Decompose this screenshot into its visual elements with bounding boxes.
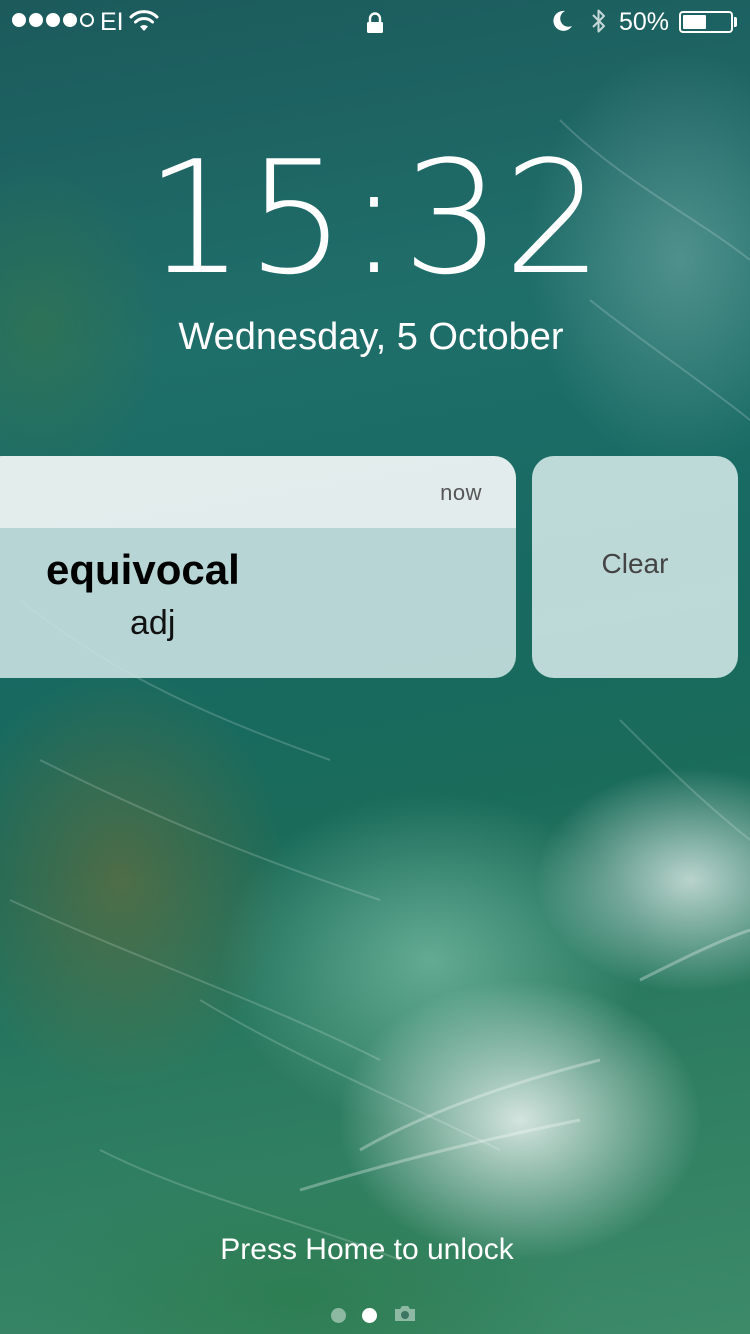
cellular-signal-indicator — [12, 13, 94, 27]
notification-card[interactable]: now equivocal adj — [0, 456, 516, 678]
lock-screen-date: Wednesday, 5 October — [178, 316, 564, 358]
wifi-icon — [128, 9, 160, 40]
signal-dot — [63, 13, 77, 27]
lock-icon — [366, 12, 384, 41]
notification-header: now — [0, 456, 516, 528]
page-dot-active[interactable] — [362, 1308, 377, 1323]
signal-dot — [12, 13, 26, 27]
moon-icon — [551, 9, 573, 40]
battery-level-fill — [683, 15, 706, 29]
notification-message: adj — [130, 604, 176, 642]
notification-title: equivocal — [46, 546, 240, 593]
camera-icon[interactable] — [393, 1303, 417, 1328]
signal-dot — [29, 13, 43, 27]
battery-icon — [679, 11, 733, 33]
clear-notification-button[interactable]: Clear — [532, 456, 738, 678]
signal-dot — [46, 13, 60, 27]
notification-timestamp: now — [440, 480, 482, 505]
page-dot[interactable] — [331, 1308, 346, 1323]
notification-body: equivocal adj — [0, 528, 516, 678]
status-bar: EI 50% — [0, 0, 750, 44]
battery-percentage: 50% — [619, 8, 670, 36]
signal-dot — [80, 13, 94, 27]
lock-screen-clock: 15:32 — [145, 127, 605, 309]
bluetooth-icon — [590, 7, 608, 42]
carrier-name: EI — [100, 8, 124, 36]
battery-tip — [734, 17, 737, 27]
unlock-hint: Press Home to unlock — [220, 1233, 514, 1266]
page-indicator — [331, 1303, 417, 1328]
